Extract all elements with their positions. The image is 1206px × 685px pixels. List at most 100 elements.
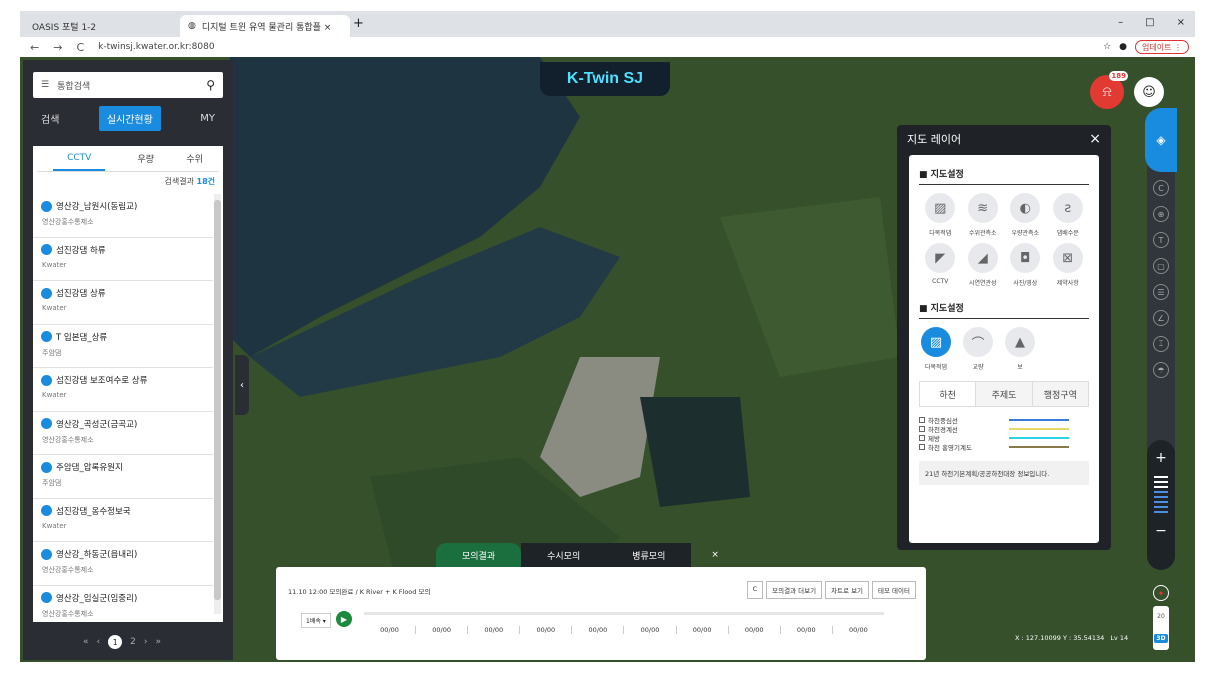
legend-row[interactable]: 하천경계선 xyxy=(919,424,1089,434)
layer-toggle[interactable]: ⌒ 교량 xyxy=(963,327,993,371)
tab-cctv[interactable]: CCTV xyxy=(53,147,106,171)
layer-toggle[interactable]: ≋ 수위관측소 xyxy=(962,193,1005,237)
last-page-button[interactable]: » xyxy=(155,637,161,647)
forward-icon[interactable]: → xyxy=(53,41,62,54)
map-tool-icon[interactable]: ⊕ xyxy=(1153,206,1169,222)
list-item[interactable]: 섬진강댐_옹수정보국 Kwater xyxy=(33,499,213,542)
tab-water-level[interactable]: 수위 xyxy=(186,152,203,165)
tab-sim-adhoc[interactable]: 수시모의 xyxy=(521,543,607,567)
tab-admin[interactable]: 행정구역 xyxy=(1031,382,1088,406)
checkbox[interactable] xyxy=(919,434,925,441)
layer-toggle[interactable]: ▨ 다목적댐 xyxy=(921,327,951,371)
zoom-in-button[interactable]: + xyxy=(1155,450,1167,466)
zoom-level-bar[interactable] xyxy=(1154,476,1168,513)
list-item[interactable]: 영산강_임실군(임중리) 영산강홍수통제소 xyxy=(33,586,213,623)
page-2[interactable]: 2 xyxy=(130,637,136,647)
cctv-icon: ◤ xyxy=(925,243,956,273)
tab-search[interactable]: 검색 xyxy=(33,106,67,131)
tab-theme[interactable]: 주제도 xyxy=(975,382,1032,406)
list-item[interactable]: 주암댐_압록유원지 주암댐 xyxy=(33,455,213,499)
layer-toggle[interactable]: ◢ 시연연관성 xyxy=(962,243,1005,287)
legend-row[interactable]: 하천 홍영기계도 xyxy=(919,442,1089,452)
speed-select[interactable]: 1배속 ▾ xyxy=(301,613,331,628)
tab-sim-result[interactable]: 모의결과 xyxy=(436,543,522,567)
close-window-button[interactable]: × xyxy=(1177,17,1185,28)
item-title: 주암댐_압록유원지 xyxy=(56,463,123,473)
demo-data-button[interactable]: 테모 데이터 xyxy=(872,581,916,599)
page-current[interactable]: 1 xyxy=(108,635,123,649)
checkbox[interactable] xyxy=(919,416,925,423)
search-input[interactable]: 통합검색 xyxy=(57,79,90,92)
layers-icon[interactable]: ◈ xyxy=(1145,108,1177,172)
checkbox[interactable] xyxy=(919,443,925,450)
layer-toggle[interactable]: ◤ CCTV xyxy=(919,243,962,287)
tab-sim-parallel[interactable]: 병류모의 xyxy=(606,543,692,567)
close-icon[interactable]: × xyxy=(1089,131,1101,147)
collapse-sidebar-button[interactable]: ‹ xyxy=(235,355,249,415)
layer-label: 제약사항 xyxy=(1056,280,1079,287)
minimize-button[interactable]: – xyxy=(1118,17,1123,28)
checkbox[interactable] xyxy=(919,425,925,432)
list-item[interactable]: T 입본댐_상류 주암댐 xyxy=(33,325,213,368)
first-page-button[interactable]: « xyxy=(83,637,89,647)
more-results-button[interactable]: 모의결과 더보기 xyxy=(766,581,823,599)
item-source: 영산강홍수통제소 xyxy=(42,218,94,226)
tab-my[interactable]: MY xyxy=(192,108,223,129)
layer-toggle[interactable]: ƨ 댐배수문 xyxy=(1047,193,1090,237)
list-item[interactable]: 영산강_곡성군(금곡교) 영산강홍수통제소 xyxy=(33,412,213,455)
back-icon[interactable]: ← xyxy=(30,41,39,54)
layer-toggle[interactable]: ▨ 다목적댐 xyxy=(919,193,962,237)
scrollbar[interactable] xyxy=(214,194,221,614)
section-title: ■ 지도설정 xyxy=(919,163,1089,185)
map-tool-icon[interactable]: T xyxy=(1153,232,1169,248)
chart-view-button[interactable]: 차트로 보기 xyxy=(825,581,870,599)
maximize-button[interactable]: □ xyxy=(1145,17,1154,28)
search-box[interactable]: ☰ 통합검색 ⚲ xyxy=(33,72,223,98)
tab-realtime[interactable]: 실시간현황 xyxy=(98,105,161,131)
cctv-list: 영산강_남원시(동림교) 영산강홍수통제소 섬진강댐 하류 Kwater 섬진강댐 상류… xyxy=(33,194,213,622)
list-item[interactable]: 섬진강댐 하류 Kwater xyxy=(33,238,213,281)
list-item[interactable]: 섬진강댐 상류 Kwater xyxy=(33,281,213,325)
map-tool-icon[interactable]: C xyxy=(1153,180,1169,196)
layer-toggle[interactable]: ⊠ 제약사항 xyxy=(1047,243,1090,287)
menu-icon[interactable]: ☰ xyxy=(41,80,49,90)
view-2d[interactable]: 20 xyxy=(1157,613,1165,620)
zoom-out-button[interactable]: − xyxy=(1155,523,1167,539)
timeline-slider[interactable] xyxy=(364,612,884,615)
cctv-icon xyxy=(41,592,52,603)
map-tool-icon[interactable]: ∠ xyxy=(1153,310,1169,326)
layer-toggle[interactable]: ▲ 보 xyxy=(1005,327,1035,371)
play-button[interactable]: ▶ xyxy=(336,611,352,627)
layer-toggle[interactable]: ◐ 우량관측소 xyxy=(1004,193,1047,237)
list-item[interactable]: 섬진강댐 보조여수로 상류 Kwater xyxy=(33,368,213,412)
map-tool-icon[interactable]: ⌶ xyxy=(1153,336,1169,352)
view-mode-toggle[interactable]: 20 3D xyxy=(1153,606,1169,650)
layer-toggle[interactable]: ◘ 사진/영상 xyxy=(1004,243,1047,287)
update-button[interactable]: 업데이트 ⋮ xyxy=(1135,40,1189,54)
view-3d[interactable]: 3D xyxy=(1154,634,1168,643)
tab-rain[interactable]: 우량 xyxy=(138,152,155,165)
url-field[interactable]: k-twinsj.kwater.or.kr:8080 xyxy=(98,42,214,52)
browser-tab-active[interactable]: ◍ 디지털 트윈 유역 물관리 통합플 × xyxy=(180,15,350,37)
list-item[interactable]: 영산강_하동군(읍내리) 영산강홍수통제소 xyxy=(33,542,213,586)
zoom-level-text: Lv 14 xyxy=(1110,634,1129,642)
reload-icon[interactable]: C xyxy=(76,41,84,54)
map-tool-icon[interactable]: ☰ xyxy=(1153,284,1169,300)
search-icon[interactable]: ⚲ xyxy=(206,78,215,92)
close-icon[interactable]: × xyxy=(691,543,739,567)
map-tool-icon[interactable]: ☂ xyxy=(1153,362,1169,378)
compass-icon[interactable]: ✦ xyxy=(1153,585,1169,601)
refresh-button[interactable]: C xyxy=(746,581,764,599)
tab-river[interactable]: 하천 xyxy=(920,382,976,406)
user-button[interactable]: ☺ xyxy=(1134,77,1164,107)
prev-page-button[interactable]: ‹ xyxy=(97,637,101,647)
new-tab-button[interactable]: + xyxy=(353,16,364,31)
star-icon[interactable]: ☆ xyxy=(1103,42,1111,52)
next-page-button[interactable]: › xyxy=(144,637,148,647)
map-tool-icon[interactable]: ▢ xyxy=(1153,258,1169,274)
list-item[interactable]: 영산강_남원시(동림교) 영산강홍수통제소 xyxy=(33,194,213,238)
left-sidebar: ☰ 통합검색 ⚲ 검색 실시간현황 MY CCTV 우량 수위 검색결과 18건… xyxy=(23,60,233,660)
alarm-button[interactable]: ⍾ 189 xyxy=(1090,71,1128,109)
profile-icon[interactable]: ● xyxy=(1119,42,1127,52)
time-label: 00/00 xyxy=(380,626,399,634)
